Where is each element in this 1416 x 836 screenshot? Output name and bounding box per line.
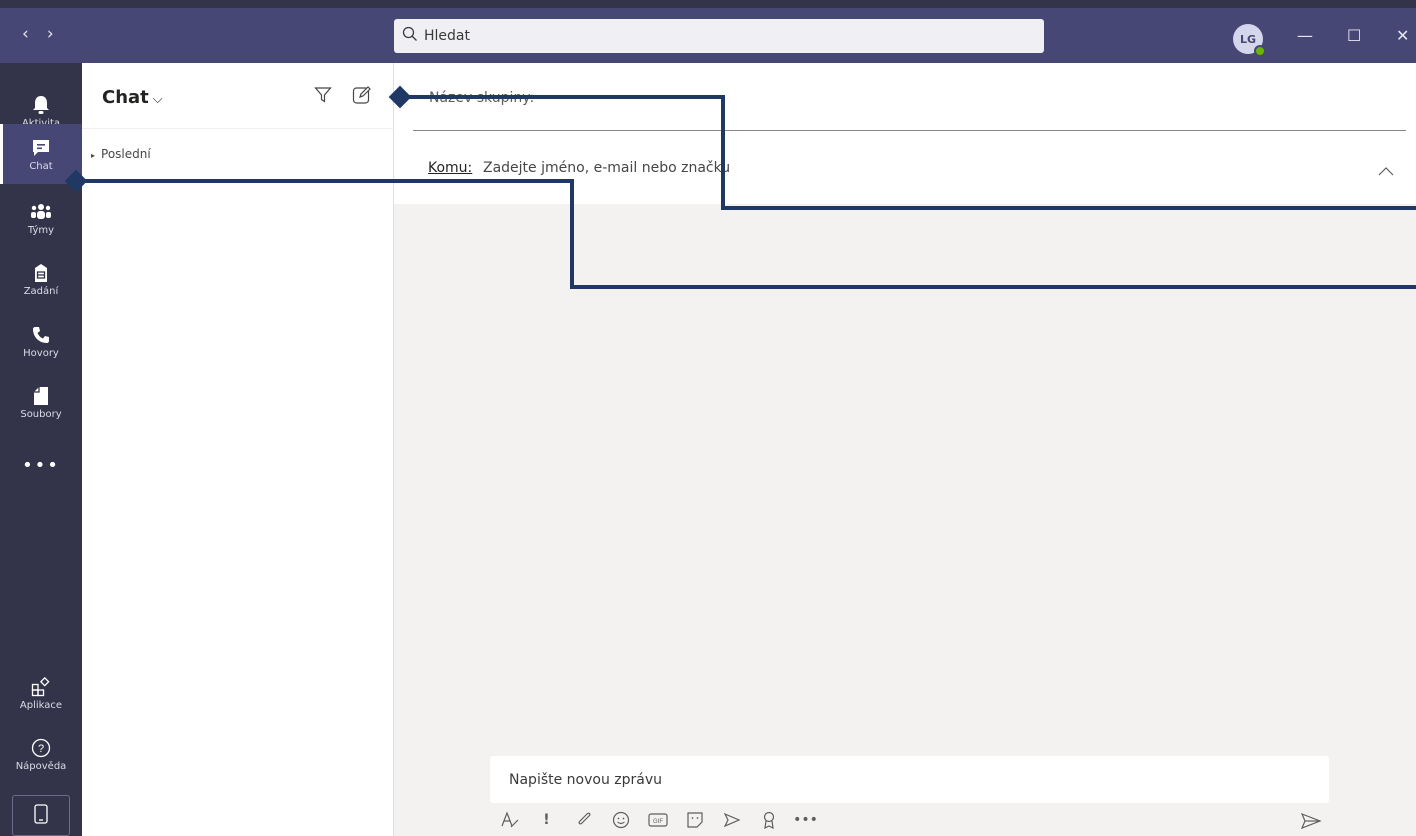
search-box[interactable]: Hledat bbox=[394, 19, 1044, 53]
rail-label-calls: Hovory bbox=[23, 347, 59, 359]
rail-item-teams[interactable]: Týmy bbox=[0, 188, 82, 248]
status-indicator bbox=[1254, 45, 1266, 57]
callout-line bbox=[721, 206, 1416, 210]
rail-label-files: Soubory bbox=[20, 408, 62, 420]
important-icon[interactable]: ! bbox=[534, 809, 559, 831]
avatar-initials: LG bbox=[1239, 32, 1257, 46]
recent-section[interactable]: ▸ Poslední bbox=[91, 147, 151, 161]
message-compose-box[interactable]: Napište novou zprávu bbox=[490, 756, 1329, 803]
assignments-icon bbox=[30, 262, 52, 284]
more-apps-button[interactable]: ••• bbox=[0, 455, 82, 476]
more-options-icon[interactable]: ••• bbox=[793, 809, 818, 831]
chevron-down-icon: ⌵ bbox=[152, 92, 163, 107]
file-icon bbox=[30, 385, 52, 407]
callout-line bbox=[570, 179, 574, 289]
callout-line bbox=[400, 95, 724, 99]
meet-now-icon[interactable] bbox=[719, 809, 744, 831]
format-icon[interactable] bbox=[497, 809, 522, 831]
caret-right-icon: ▸ bbox=[91, 151, 96, 160]
rail-label-teams: Týmy bbox=[27, 224, 55, 236]
search-placeholder: Hledat bbox=[424, 28, 470, 44]
chat-icon bbox=[30, 137, 52, 159]
apps-icon bbox=[30, 676, 52, 698]
rail-item-apps[interactable]: Aplikace bbox=[0, 663, 82, 723]
minimize-button[interactable]: — bbox=[1297, 26, 1313, 45]
search-icon bbox=[402, 26, 418, 46]
svg-text:GIF: GIF bbox=[653, 819, 663, 825]
chat-list-header: Chat ⌵ bbox=[82, 63, 394, 129]
new-chat-icon[interactable] bbox=[352, 85, 372, 109]
rail-label-help: Nápověda bbox=[15, 760, 67, 772]
callout-line bbox=[570, 285, 1416, 289]
chat-title[interactable]: Chat ⌵ bbox=[102, 87, 163, 108]
help-icon: ? bbox=[30, 737, 52, 759]
callout-line bbox=[76, 179, 574, 183]
message-placeholder: Napište novou zprávu bbox=[509, 772, 663, 788]
to-label: Komu: bbox=[428, 160, 473, 176]
maximize-button[interactable]: ☐ bbox=[1347, 26, 1361, 45]
title-strip bbox=[0, 0, 1416, 8]
callout-line bbox=[721, 95, 725, 210]
avatar[interactable]: LG bbox=[1233, 24, 1266, 57]
attach-icon[interactable] bbox=[571, 809, 596, 831]
close-button[interactable]: ✕ bbox=[1396, 26, 1409, 45]
emoji-icon[interactable] bbox=[608, 809, 633, 831]
filter-icon[interactable] bbox=[314, 86, 332, 108]
sticker-icon[interactable] bbox=[682, 809, 707, 831]
rail-item-files[interactable]: Soubory bbox=[0, 372, 82, 432]
recent-section-label: Poslední bbox=[101, 147, 151, 161]
recipient-input[interactable]: Zadejte jméno, e-mail nebo značku bbox=[483, 160, 730, 176]
device-button[interactable] bbox=[12, 795, 70, 836]
rail-item-help[interactable]: ? Nápověda bbox=[0, 724, 82, 784]
teams-icon bbox=[30, 201, 52, 223]
rail-item-calls[interactable]: Hovory bbox=[0, 311, 82, 371]
praise-icon[interactable] bbox=[756, 809, 781, 831]
group-name-underline bbox=[413, 130, 1406, 131]
rail-label-chat: Chat bbox=[29, 160, 53, 172]
nav-arrows: ‹› bbox=[22, 24, 72, 44]
bell-icon bbox=[30, 94, 52, 116]
gif-icon[interactable]: GIF bbox=[645, 809, 670, 831]
back-button[interactable]: ‹ bbox=[22, 24, 47, 44]
rail-item-assignments[interactable]: Zadání bbox=[0, 249, 82, 309]
send-icon[interactable] bbox=[1300, 812, 1322, 834]
forward-button[interactable]: › bbox=[47, 24, 72, 44]
svg-text:?: ? bbox=[38, 743, 44, 755]
phone-icon bbox=[30, 324, 52, 346]
chevron-up-icon[interactable] bbox=[1378, 161, 1394, 180]
rail-label-assignments: Zadání bbox=[23, 285, 59, 297]
mobile-device-icon bbox=[34, 803, 48, 828]
title-bar: ‹› Hledat LG — ☐ ✕ bbox=[0, 0, 1416, 63]
rail-label-apps: Aplikace bbox=[19, 699, 63, 711]
compose-toolbar: ! GIF ••• bbox=[497, 805, 830, 835]
chat-title-text: Chat bbox=[102, 87, 149, 108]
